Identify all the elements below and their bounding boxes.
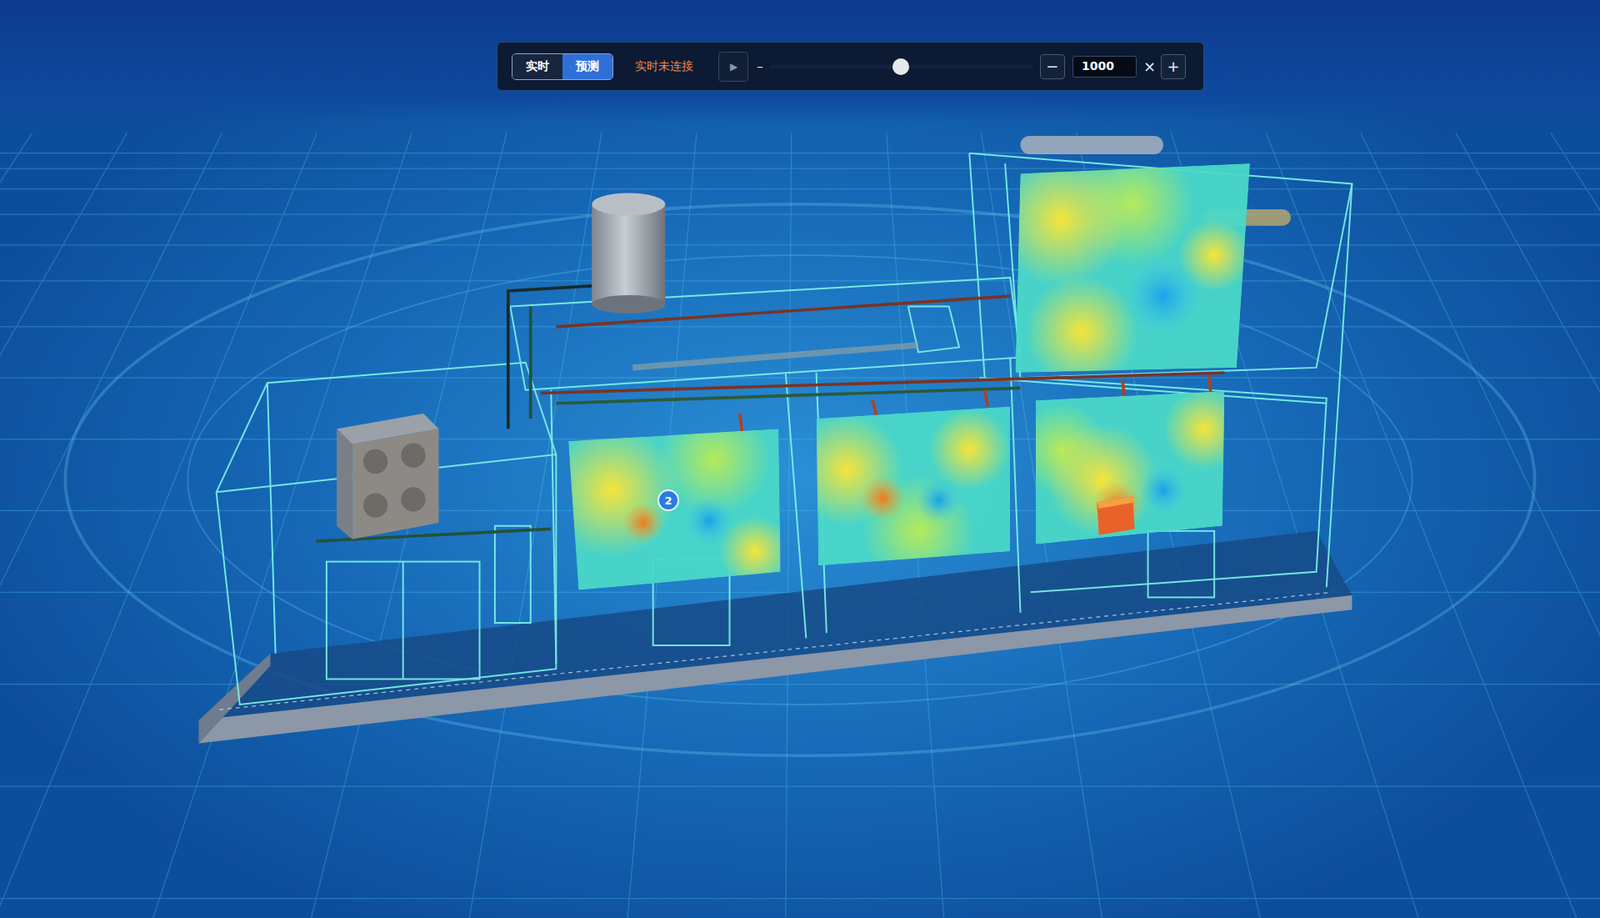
timeline-slider[interactable]: [770, 65, 1033, 69]
digital-twin-screen: 实时预测 实时未连接 ▶ – −1000 ×+2: [0, 0, 1600, 918]
mode-tab[interactable]: 实时: [512, 54, 563, 80]
connection-status: 实时未连接: [635, 59, 694, 75]
heatmap-panel: [790, 405, 1010, 587]
timeline-start-mark: –: [756, 58, 764, 75]
speed-increase-button[interactable]: +: [1160, 54, 1186, 80]
floor-grid: [0, 132, 1600, 918]
play-button[interactable]: ▶: [718, 51, 749, 82]
speed-decrease-button[interactable]: −: [1040, 54, 1065, 80]
timeline: –: [756, 58, 1033, 75]
mode-tab[interactable]: 预测: [562, 54, 613, 80]
top-band: 实时预测 实时未连接 ▶ – −1000 ×+: [0, 0, 1600, 123]
heatmap-panel: [995, 142, 1250, 388]
play-icon: ▶: [730, 60, 738, 73]
slider-thumb[interactable]: [892, 58, 910, 75]
glow-rings: [65, 204, 1535, 755]
scene-3d[interactable]: [0, 0, 1600, 918]
speed-input[interactable]: 1000: [1072, 55, 1137, 78]
heatmap-panel: [1015, 387, 1245, 544]
water-tank: [591, 192, 665, 314]
heatmap-panel: [545, 403, 791, 590]
mode-switch: 实时预测: [511, 53, 614, 80]
speed-unit: ×: [1143, 57, 1156, 75]
chiller-unit: [336, 413, 439, 540]
playback-toolbar: 实时预测 实时未连接 ▶ – −1000 ×+: [496, 41, 1205, 91]
hot-equipment: [1096, 495, 1135, 535]
scene-marker-badge[interactable]: 2: [657, 489, 680, 511]
